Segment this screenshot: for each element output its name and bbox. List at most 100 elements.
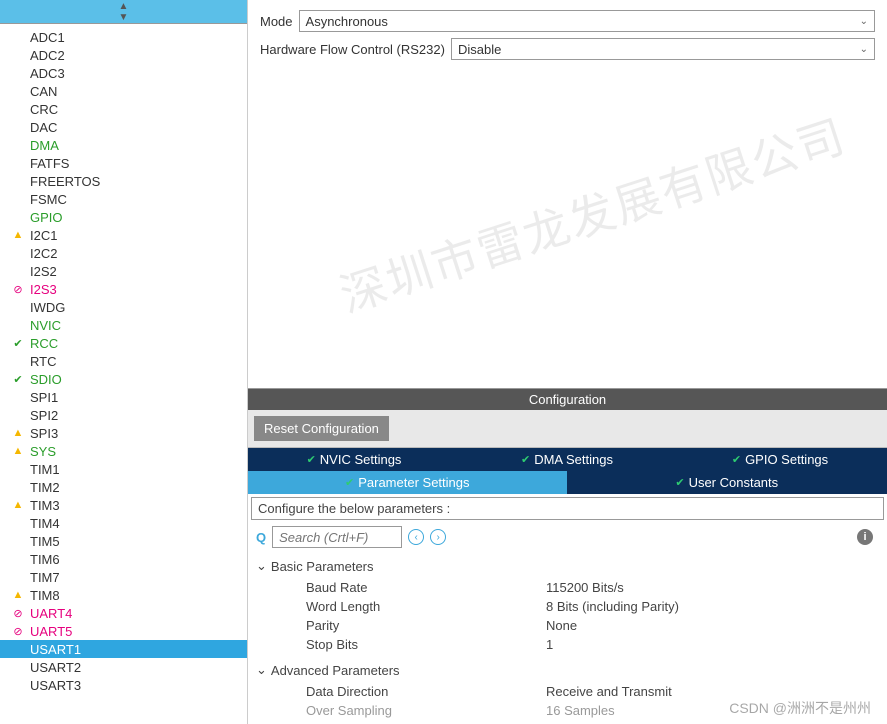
tab-gpio-settings[interactable]: ✔GPIO Settings xyxy=(674,448,887,471)
param-value: 115200 Bits/s xyxy=(546,580,879,595)
sidebar-item-label: USART3 xyxy=(26,678,81,693)
param-name: Data Direction xyxy=(306,684,546,699)
sidebar-item-tim3[interactable]: ▲TIM3 xyxy=(0,496,247,514)
sidebar-item-usart2[interactable]: USART2 xyxy=(0,658,247,676)
configuration-section: Configuration Reset Configuration ✔NVIC … xyxy=(248,388,887,724)
tab-nvic-settings[interactable]: ✔NVIC Settings xyxy=(248,448,461,471)
sidebar-item-label: TIM7 xyxy=(26,570,60,585)
sidebar-item-tim4[interactable]: TIM4 xyxy=(0,514,247,532)
sidebar-item-spi1[interactable]: SPI1 xyxy=(0,388,247,406)
sidebar-item-dac[interactable]: DAC xyxy=(0,118,247,136)
sidebar-item-fsmc[interactable]: FSMC xyxy=(0,190,247,208)
config-tabs-row2: ✔ Parameter Settings ✔ User Constants xyxy=(248,471,887,494)
sidebar-item-tim7[interactable]: TIM7 xyxy=(0,568,247,586)
search-icon[interactable]: Q xyxy=(256,530,266,545)
tab-dma-settings[interactable]: ✔DMA Settings xyxy=(461,448,674,471)
sidebar-item-can[interactable]: CAN xyxy=(0,82,247,100)
sidebar-item-tim1[interactable]: TIM1 xyxy=(0,460,247,478)
sidebar-item-adc1[interactable]: ADC1 xyxy=(0,28,247,46)
group-header[interactable]: ⌄Basic Parameters xyxy=(256,558,879,574)
sidebar-item-crc[interactable]: CRC xyxy=(0,100,247,118)
sidebar-item-i2c2[interactable]: I2C2 xyxy=(0,244,247,262)
check-icon: ✔ xyxy=(675,476,684,489)
param-row[interactable]: Over Sampling16 Samples xyxy=(256,701,879,720)
err-status-icon: ⊘ xyxy=(10,607,26,620)
sidebar-item-adc3[interactable]: ADC3 xyxy=(0,64,247,82)
sidebar-item-label: ADC3 xyxy=(26,66,65,81)
chevron-down-icon: ⌄ xyxy=(860,16,868,27)
sidebar-item-label: NVIC xyxy=(26,318,61,333)
sidebar-item-tim2[interactable]: TIM2 xyxy=(0,478,247,496)
sidebar-item-label: USART1 xyxy=(26,642,81,657)
sidebar-item-sdio[interactable]: ✔SDIO xyxy=(0,370,247,388)
param-row[interactable]: Data DirectionReceive and Transmit xyxy=(256,682,879,701)
sidebar-item-i2s2[interactable]: I2S2 xyxy=(0,262,247,280)
sidebar-item-spi3[interactable]: ▲SPI3 xyxy=(0,424,247,442)
ok-status-icon: ✔ xyxy=(10,337,26,350)
sidebar-item-label: I2C1 xyxy=(26,228,57,243)
mode-select[interactable]: Asynchronous ⌄ xyxy=(299,10,875,32)
param-row[interactable]: Stop Bits1 xyxy=(256,635,879,654)
warn-status-icon: ▲ xyxy=(10,427,26,439)
check-icon: ✔ xyxy=(345,476,354,489)
sidebar-item-tim8[interactable]: ▲TIM8 xyxy=(0,586,247,604)
sidebar-item-i2s3[interactable]: ⊘I2S3 xyxy=(0,280,247,298)
param-group: ⌄Advanced Parameters Data DirectionReceiv… xyxy=(248,662,887,724)
tab-label: NVIC Settings xyxy=(320,452,402,467)
configuration-title: Configuration xyxy=(248,389,887,410)
param-value: 8 Bits (including Parity) xyxy=(546,599,879,614)
chevron-down-icon: ⌄ xyxy=(860,44,868,55)
sidebar-item-label: TIM5 xyxy=(26,534,60,549)
sidebar-item-i2c1[interactable]: ▲I2C1 xyxy=(0,226,247,244)
mode-area: Mode Asynchronous ⌄ Hardware Flow Contro… xyxy=(248,0,887,76)
sidebar-item-label: UART5 xyxy=(26,624,72,639)
sidebar-item-rtc[interactable]: RTC xyxy=(0,352,247,370)
sidebar-item-uart4[interactable]: ⊘UART4 xyxy=(0,604,247,622)
search-input[interactable] xyxy=(272,526,402,548)
tab-label: Parameter Settings xyxy=(358,475,469,490)
sidebar-item-freertos[interactable]: FREERTOS xyxy=(0,172,247,190)
sidebar-item-label: FSMC xyxy=(26,192,67,207)
sidebar-item-usart1[interactable]: USART1 xyxy=(0,640,247,658)
tab-label: User Constants xyxy=(689,475,779,490)
sidebar-item-gpio[interactable]: GPIO xyxy=(0,208,247,226)
sidebar-item-label: RCC xyxy=(26,336,58,351)
param-name: Over Sampling xyxy=(306,703,546,718)
param-row[interactable]: ParityNone xyxy=(256,616,879,635)
sidebar-item-usart3[interactable]: USART3 xyxy=(0,676,247,694)
sidebar-item-fatfs[interactable]: FATFS xyxy=(0,154,247,172)
sidebar-item-adc2[interactable]: ADC2 xyxy=(0,46,247,64)
sidebar-item-label: IWDG xyxy=(26,300,65,315)
sidebar-item-sys[interactable]: ▲SYS xyxy=(0,442,247,460)
param-name: Baud Rate xyxy=(306,580,546,595)
tab-parameter-settings[interactable]: ✔ Parameter Settings xyxy=(248,471,568,494)
sidebar-item-label: SDIO xyxy=(26,372,62,387)
sidebar-item-dma[interactable]: DMA xyxy=(0,136,247,154)
sidebar-item-rcc[interactable]: ✔RCC xyxy=(0,334,247,352)
reset-configuration-button[interactable]: Reset Configuration xyxy=(254,416,389,441)
search-row: Q ‹ › i xyxy=(248,520,887,554)
sidebar-item-spi2[interactable]: SPI2 xyxy=(0,406,247,424)
ok-status-icon: ✔ xyxy=(10,373,26,386)
warn-status-icon: ▲ xyxy=(10,589,26,601)
sidebar-item-label: TIM8 xyxy=(26,588,60,603)
config-tabs-row1: ✔NVIC Settings✔DMA Settings✔GPIO Setting… xyxy=(248,448,887,471)
param-value: 1 xyxy=(546,637,879,652)
prev-match-icon[interactable]: ‹ xyxy=(408,529,424,545)
param-name: Parity xyxy=(306,618,546,633)
param-row[interactable]: Baud Rate115200 Bits/s xyxy=(256,578,879,597)
sidebar-item-label: SPI3 xyxy=(26,426,58,441)
sort-icon[interactable]: ▲▼ xyxy=(119,1,129,23)
sidebar-item-tim6[interactable]: TIM6 xyxy=(0,550,247,568)
tab-user-constants[interactable]: ✔ User Constants xyxy=(568,471,887,494)
sidebar-item-tim5[interactable]: TIM5 xyxy=(0,532,247,550)
hw-flow-select[interactable]: Disable ⌄ xyxy=(451,38,875,60)
sidebar-item-uart5[interactable]: ⊘UART5 xyxy=(0,622,247,640)
next-match-icon[interactable]: › xyxy=(430,529,446,545)
param-row[interactable]: Word Length8 Bits (including Parity) xyxy=(256,597,879,616)
sidebar-item-iwdg[interactable]: IWDG xyxy=(0,298,247,316)
info-icon[interactable]: i xyxy=(857,529,873,545)
sidebar-item-label: FREERTOS xyxy=(26,174,100,189)
group-header[interactable]: ⌄Advanced Parameters xyxy=(256,662,879,678)
sidebar-item-nvic[interactable]: NVIC xyxy=(0,316,247,334)
